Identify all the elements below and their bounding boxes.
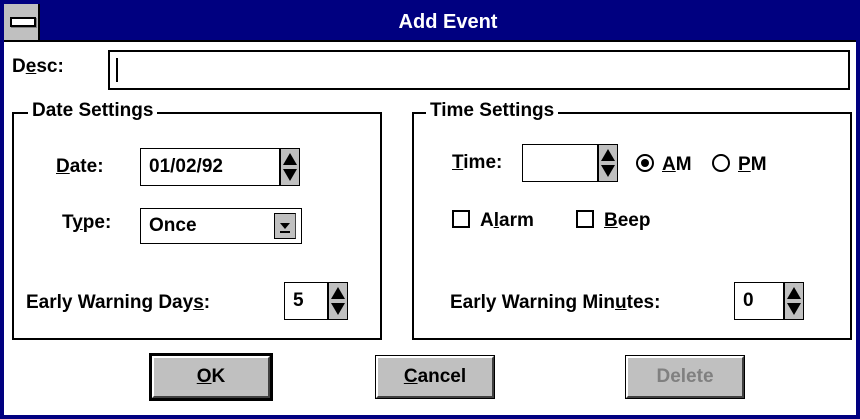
beep-checkbox[interactable] xyxy=(576,210,594,228)
cancel-button[interactable]: Cancel xyxy=(375,355,495,399)
early-warning-days-spinner[interactable] xyxy=(328,282,348,320)
date-settings-title: Date Settings xyxy=(28,100,158,122)
early-warning-days-label: Early Warning Days: xyxy=(26,292,211,313)
early-warning-minutes-input[interactable]: 0 xyxy=(734,282,784,320)
time-spinner[interactable] xyxy=(598,144,618,182)
system-menu-icon[interactable] xyxy=(4,4,40,40)
time-label: Time: xyxy=(452,152,503,173)
alarm-checkbox[interactable] xyxy=(452,210,470,228)
early-warning-minutes-spinner[interactable] xyxy=(784,282,804,320)
delete-button[interactable]: Delete xyxy=(625,355,745,399)
date-spinner[interactable] xyxy=(280,148,300,186)
early-warning-minutes-label: Early Warning Minutes: xyxy=(450,292,661,313)
date-label: Date: xyxy=(56,156,104,177)
time-input[interactable] xyxy=(522,144,598,182)
ok-button[interactable]: OK xyxy=(149,353,273,401)
early-warning-days-input[interactable]: 5 xyxy=(284,282,328,320)
title-bar: Add Event xyxy=(4,4,856,42)
am-radio[interactable] xyxy=(636,154,654,172)
add-event-dialog: Add Event Desc: Date Settings Date: 01/0… xyxy=(0,0,860,419)
alarm-label: Alarm xyxy=(480,210,534,231)
pm-radio[interactable] xyxy=(712,154,730,172)
type-label: Type: xyxy=(62,212,112,233)
window-title: Add Event xyxy=(398,11,498,33)
pm-label: PM xyxy=(738,154,767,175)
text-cursor xyxy=(116,58,118,82)
am-label: AM xyxy=(662,154,692,175)
date-input[interactable]: 01/02/92 xyxy=(140,148,280,186)
desc-label: Desc: xyxy=(12,56,64,77)
chevron-down-icon[interactable] xyxy=(274,213,296,239)
beep-label: Beep xyxy=(604,210,651,231)
desc-input[interactable] xyxy=(108,50,850,90)
time-settings-title: Time Settings xyxy=(426,100,559,122)
